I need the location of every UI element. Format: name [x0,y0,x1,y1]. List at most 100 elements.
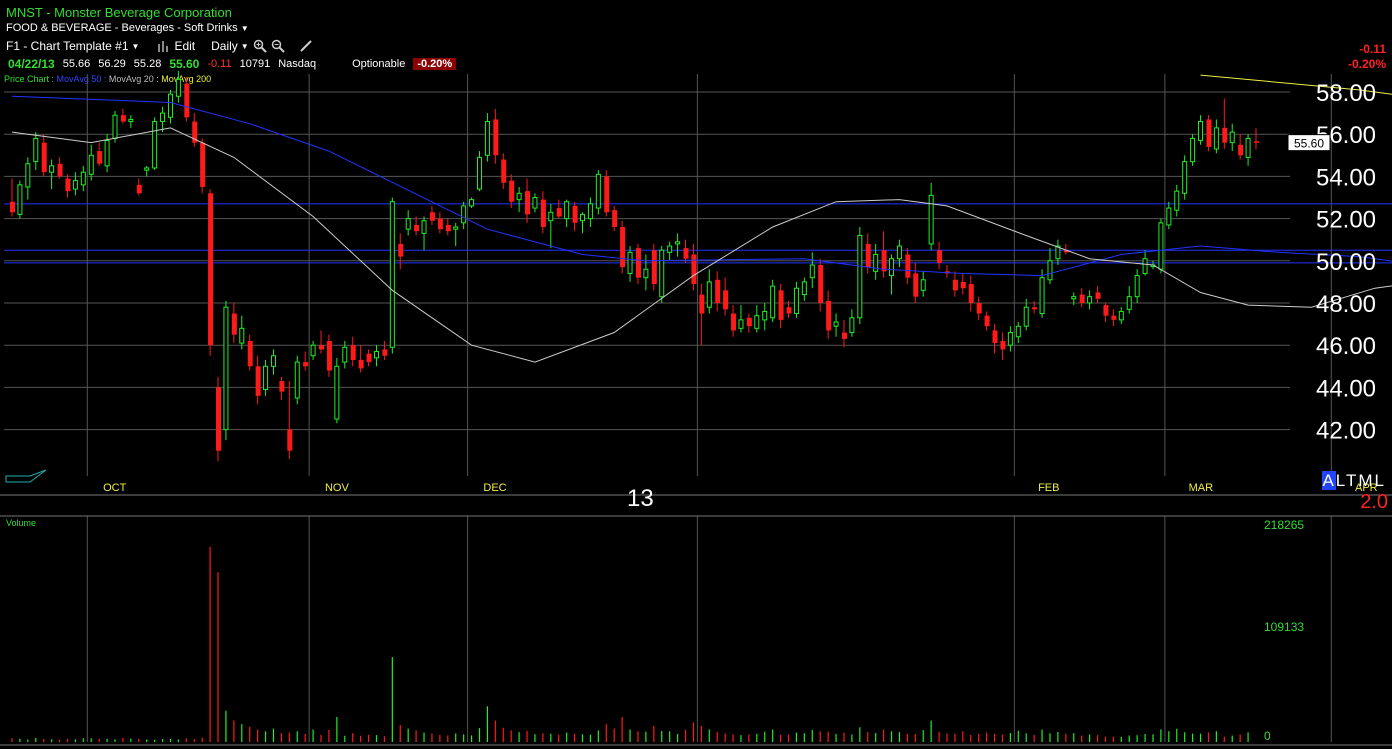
candle-body [896,245,902,260]
candle-body [1158,222,1164,270]
candle-body [691,254,697,285]
candle-body [358,359,364,369]
candle-body [175,78,181,97]
candle-body [167,93,173,118]
candle-body [556,208,562,217]
volume-bars [11,547,1249,742]
candle-body [65,178,71,192]
candle-body [595,173,601,209]
candle-body [1206,119,1212,147]
x-tick-label: DEC [483,482,506,494]
scale-mode-a[interactable]: A [1322,471,1336,490]
candle-body [841,332,847,339]
candle-body [144,167,150,171]
candle-body [548,211,554,222]
candle-body [905,254,911,278]
candle-body [1142,258,1148,274]
last-price-label: 55.60 [1294,137,1324,151]
candle-body [1126,296,1132,310]
scale-mode-rest[interactable]: LTML [1336,471,1386,490]
candle-body [80,171,86,186]
candle-body [382,349,388,356]
candle-body [881,250,887,272]
y-tick-label: 52.00 [1316,207,1376,234]
candle-body [279,381,285,392]
candle-body [17,184,23,215]
candle-body [801,281,807,296]
candle-body [960,281,966,289]
candle-body [437,218,443,230]
candle-body [270,355,276,367]
candle-body [1032,307,1038,310]
candle-body [746,317,752,327]
candle-body [572,205,578,223]
candle-body [889,258,895,277]
scale-mode-selector[interactable]: ALTML [1322,471,1386,491]
candle-body [1245,137,1251,158]
candle-body [857,234,863,319]
candle-body [263,365,269,391]
candle-body [493,119,499,156]
candle-body [112,114,118,139]
candle-body [1015,325,1021,338]
candle-body [350,345,356,360]
candle-body [1000,340,1006,350]
candle-body [509,180,515,202]
candle-body [604,176,610,213]
y-tick-label: 46.00 [1316,333,1376,360]
candle-body [643,268,649,279]
candle-body [49,165,55,173]
candle-body [818,265,824,303]
candle-body [516,192,522,201]
candle-body [865,243,871,268]
candle-body [136,184,142,194]
candle-body [762,310,768,321]
candle-body [826,300,832,331]
candle-body [1007,332,1013,346]
candle-body [564,201,570,220]
candle-body [294,361,300,399]
candle-body [200,142,206,187]
scale-value: 2.0 [1360,491,1388,513]
stock-chart[interactable]: 58.0056.0054.0052.0050.0048.0046.0044.00… [0,0,1392,749]
candle-body [33,137,39,163]
candle-body [793,287,799,315]
candle-body [104,140,110,167]
candle-body [1229,131,1235,144]
y-tick-label: 58.00 [1316,80,1376,107]
candle-body [532,197,538,209]
candle-body [579,213,585,222]
candle-body [239,327,245,344]
candle-body [833,321,839,327]
scroll-handle-icon [5,469,47,483]
candle-body [429,212,435,221]
candle-body [255,366,261,396]
candle-body [659,249,665,298]
candle-body [152,121,158,169]
y-tick-label: 50.00 [1316,249,1376,276]
candle-body [786,307,792,314]
candle-body [1111,315,1117,320]
volume-tick-label: 0 [1264,729,1271,743]
volume-tick-label: 218265 [1264,518,1304,532]
candle-body [445,224,451,232]
candle-body [754,315,760,329]
candle-body [97,151,103,164]
candle-body [1134,275,1140,298]
y-tick-label: 48.00 [1316,291,1376,318]
candle-body [366,353,372,363]
chart-misc [0,469,1392,746]
candle-body [699,294,705,314]
candle-body [461,205,467,224]
candle-body [1213,127,1219,150]
candle-body [683,248,689,259]
candle-body [937,250,943,263]
candle-body [310,344,316,357]
candle-body [540,199,546,228]
candle-body [849,317,855,334]
candle-body [184,83,190,118]
x-tick-label: FEB [1038,482,1059,494]
candle-body [342,346,348,363]
x-tick-label: OCT [103,482,127,494]
candle-body [405,218,411,230]
